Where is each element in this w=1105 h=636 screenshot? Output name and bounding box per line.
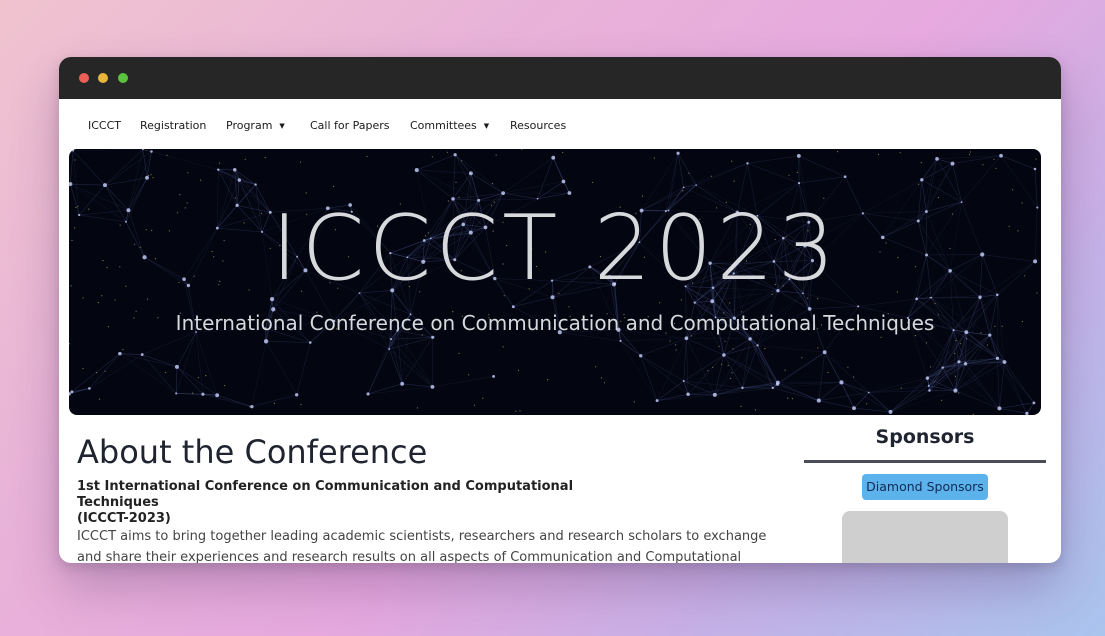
nav-item-call-for-papers[interactable]: Call for Papers [310, 119, 390, 132]
nav-item-resources[interactable]: Resources [510, 119, 566, 132]
nav-item-registration[interactable]: Registration [140, 119, 206, 132]
nav-item-label: Resources [510, 119, 567, 132]
diamond-sponsors-badge: Diamond Sponsors [862, 474, 988, 500]
banner-title: ICCCT 2023 [271, 196, 839, 301]
banner-subtitle: International Conference on Communicatio… [175, 311, 935, 335]
window-titlebar [59, 57, 1061, 99]
maximize-window-button[interactable] [118, 73, 128, 83]
nav-item-label: Program [226, 119, 273, 132]
sponsors-heading: Sponsors [875, 426, 975, 448]
browser-window: ICCCT Registration Program ▼ Call for Pap… [59, 57, 1061, 563]
nav-item-label: Call for Papers [310, 119, 390, 132]
about-paragraph: ICCCT aims to bring together leading aca… [77, 529, 767, 563]
sponsor-logo-placeholder[interactable] [842, 511, 1008, 563]
nav-item-label: ICCCT [88, 119, 122, 132]
nav-item-label: Committees [410, 119, 477, 132]
caret-down-icon: ▼ [279, 122, 285, 130]
conference-abbreviation: (ICCCT-2023) [77, 511, 171, 526]
conference-subtitle: 1st International Conference on Communic… [77, 479, 637, 527]
hero-banner: ICCCT 2023 International Conference on C… [69, 149, 1041, 415]
page-title: About the Conference [77, 433, 428, 471]
nav-item-committees[interactable]: Committees ▼ [410, 119, 489, 132]
nav-item-program[interactable]: Program ▼ [226, 119, 285, 132]
close-window-button[interactable] [79, 73, 89, 83]
minimize-window-button[interactable] [98, 73, 108, 83]
nav-item-iccct[interactable]: ICCCT [88, 119, 121, 132]
conference-name: 1st International Conference on Communic… [77, 479, 574, 510]
main-navigation: ICCCT Registration Program ▼ Call for Pap… [59, 99, 1061, 149]
caret-down-icon: ▼ [483, 122, 490, 130]
sponsors-divider [804, 460, 1046, 463]
nav-item-label: Registration [140, 119, 207, 132]
